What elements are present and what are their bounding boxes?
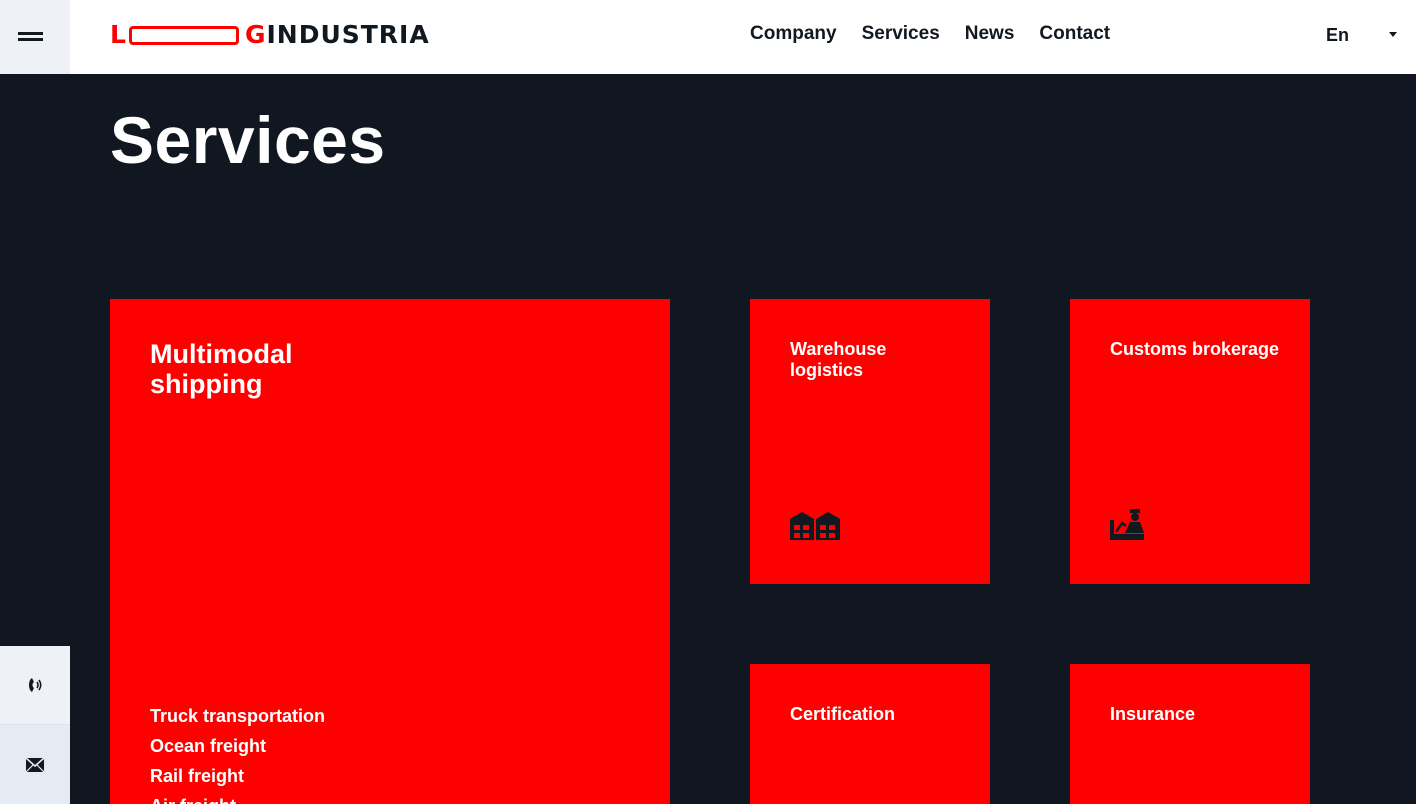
nav-contact[interactable]: Contact [1039, 22, 1110, 46]
card-title: Certification [790, 704, 896, 724]
main-nav: Company Services News Contact [750, 22, 1110, 46]
logo-letter-l: L [110, 20, 127, 49]
logo-wordmark: INDUSTRIA [266, 20, 430, 49]
mail-icon [26, 757, 44, 772]
card-insurance[interactable]: Insurance [1070, 664, 1310, 804]
menu-button[interactable] [0, 0, 70, 74]
card-title: Warehouse logistics [790, 339, 887, 380]
card-certification[interactable]: Certification [750, 664, 990, 804]
mail-button[interactable] [0, 725, 70, 804]
card-title: Customs brokerage [1110, 339, 1280, 359]
logo-letter-g: G [244, 20, 267, 49]
page-title: Services [110, 103, 386, 177]
card-title: Multimodal shipping [150, 339, 293, 399]
card-customs-brokerage[interactable]: Customs brokerage [1070, 299, 1310, 584]
customs-officer-icon [1110, 509, 1144, 540]
phone-button[interactable] [0, 646, 70, 725]
card-multimodal-shipping[interactable]: Multimodal shipping Truck transportation… [110, 299, 670, 804]
menu-icon [18, 32, 43, 35]
sublist-item-truck[interactable]: Truck transportation [150, 701, 325, 731]
chevron-down-icon[interactable] [1389, 32, 1397, 37]
service-sublist: Truck transportation Ocean freight Rail … [150, 701, 325, 804]
site-header: L G INDUSTRIA Company Services News Cont… [0, 0, 1416, 74]
sublist-item-ocean[interactable]: Ocean freight [150, 731, 325, 761]
nav-company[interactable]: Company [750, 22, 837, 46]
sublist-item-air[interactable]: Air freight [150, 791, 325, 804]
card-warehouse-logistics[interactable]: Warehouse logistics [750, 299, 990, 584]
sublist-item-rail[interactable]: Rail freight [150, 761, 325, 791]
warehouse-icon [790, 512, 840, 540]
logo[interactable]: L G INDUSTRIA [110, 22, 430, 48]
phone-icon [29, 678, 42, 692]
language-selector[interactable]: En [1326, 24, 1349, 46]
logo-box-shape [128, 25, 239, 45]
menu-icon-bar [18, 38, 43, 41]
nav-services[interactable]: Services [862, 22, 940, 46]
card-title: Insurance [1110, 704, 1196, 724]
nav-news[interactable]: News [965, 22, 1015, 46]
